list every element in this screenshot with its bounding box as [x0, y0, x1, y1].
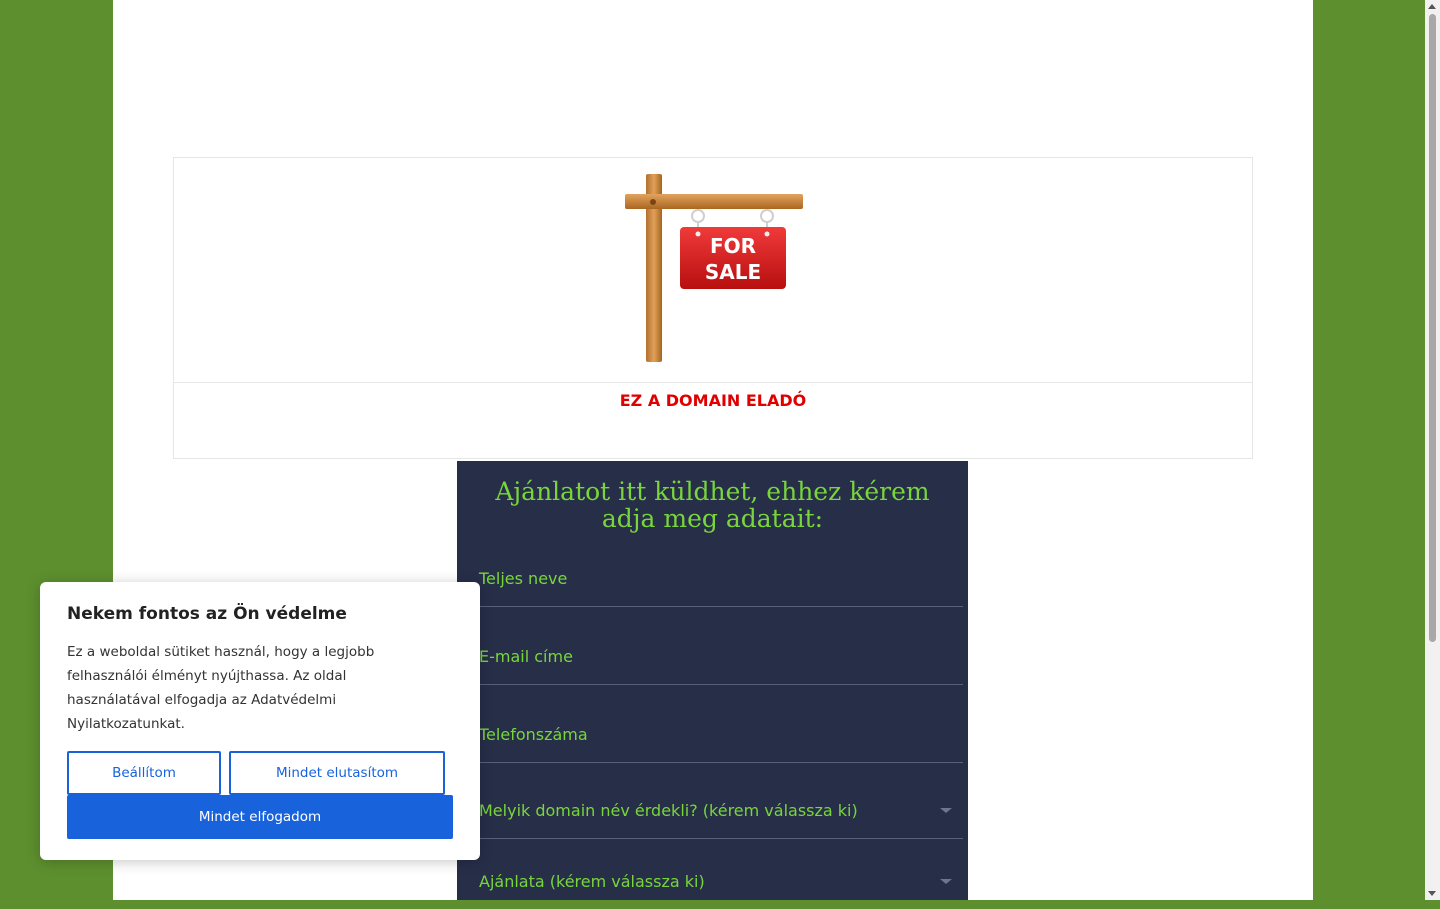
scrollbar-thumb[interactable]: [1429, 14, 1436, 642]
full-name-field[interactable]: Teljes neve: [479, 561, 963, 607]
for-sale-card: FOR SALE EZ A DOMAIN ELADÓ: [173, 157, 1253, 459]
phone-field[interactable]: Telefonszáma: [479, 717, 963, 763]
full-name-placeholder: Teljes neve: [479, 569, 568, 588]
card-divider: [174, 382, 1252, 383]
cookie-settings-button[interactable]: Beállítom: [67, 751, 221, 795]
page-scrollbar[interactable]: [1425, 0, 1440, 900]
scroll-up-arrow-icon[interactable]: [1428, 4, 1436, 9]
for-sale-sign-icon: FOR SALE: [625, 174, 803, 362]
chevron-down-icon: [940, 879, 952, 884]
cookie-accept-all-button[interactable]: Mindet elfogadom: [67, 795, 453, 839]
cookie-banner-text: Ez a weboldal sütiket használ, hogy a le…: [67, 644, 375, 732]
phone-placeholder: Telefonszáma: [479, 725, 588, 744]
cookie-reject-all-button[interactable]: Mindet elutasítom: [229, 751, 445, 795]
scroll-down-arrow-icon[interactable]: [1428, 891, 1436, 896]
offer-select[interactable]: Ajánlata (kérem válassza ki): [479, 865, 963, 909]
domain-for-sale-title: EZ A DOMAIN ELADÓ: [619, 391, 807, 410]
chevron-down-icon: [940, 808, 952, 813]
cookie-banner-title: Nekem fontos az Ön védelme: [67, 604, 347, 624]
svg-text:FOR: FOR: [710, 234, 756, 258]
offer-form: Ajánlatot itt küldhet, ehhez kérem adja …: [457, 461, 968, 900]
email-field[interactable]: E-mail címe: [479, 639, 963, 685]
offer-select-label: Ajánlata (kérem válassza ki): [479, 872, 705, 891]
email-placeholder: E-mail címe: [479, 647, 573, 666]
svg-text:SALE: SALE: [705, 260, 761, 284]
domain-select-label: Melyik domain név érdekli? (kérem válass…: [479, 801, 858, 820]
offer-form-title: Ajánlatot itt küldhet, ehhez kérem adja …: [495, 477, 930, 533]
domain-select[interactable]: Melyik domain név érdekli? (kérem válass…: [479, 794, 963, 839]
cookie-consent-banner: Nekem fontos az Ön védelme Ez a weboldal…: [40, 582, 480, 860]
